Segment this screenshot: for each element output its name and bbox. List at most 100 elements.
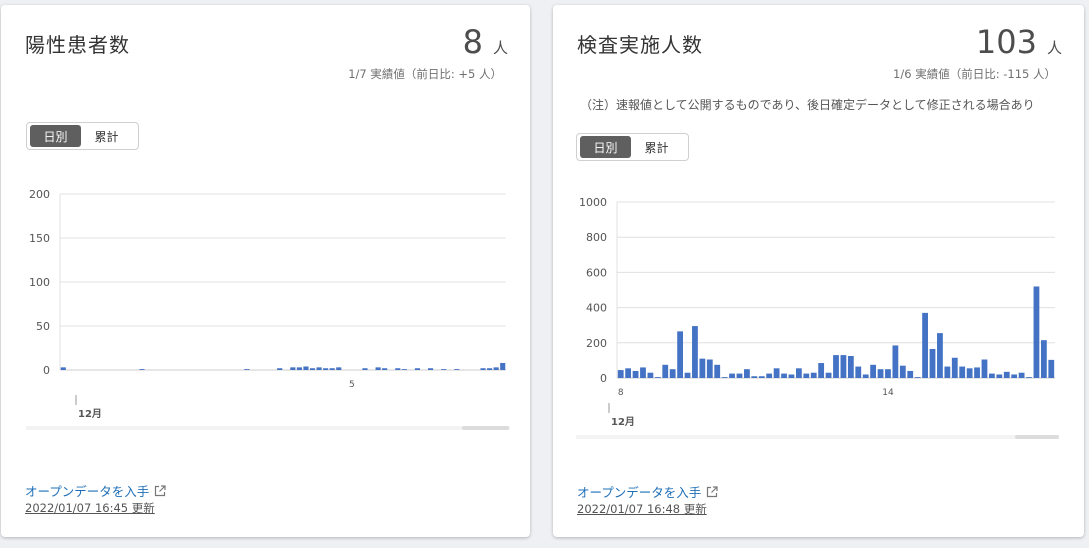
- bar[interactable]: [744, 369, 750, 378]
- bar[interactable]: [922, 312, 928, 378]
- bar[interactable]: [428, 368, 434, 370]
- bar[interactable]: [795, 368, 802, 378]
- chart-scrollbar-thumb[interactable]: [1015, 435, 1059, 439]
- updated-timestamp: 2022/01/07 16:45 更新: [25, 501, 155, 515]
- bar[interactable]: [362, 368, 368, 370]
- y-tick-label: 0: [600, 372, 607, 385]
- bar[interactable]: [139, 369, 145, 370]
- bar[interactable]: [706, 359, 713, 378]
- bar[interactable]: [766, 373, 773, 378]
- bar[interactable]: [303, 366, 309, 370]
- bar[interactable]: [316, 367, 322, 370]
- bar[interactable]: [487, 368, 493, 370]
- bar[interactable]: [60, 367, 66, 370]
- chart-scrollbar-track: [576, 435, 1059, 439]
- bar[interactable]: [395, 368, 401, 370]
- bar[interactable]: [758, 376, 765, 378]
- bar[interactable]: [1026, 377, 1032, 378]
- bar[interactable]: [907, 370, 914, 378]
- bar[interactable]: [959, 366, 966, 378]
- bar[interactable]: [669, 369, 676, 378]
- bar[interactable]: [825, 372, 832, 378]
- open-data-link[interactable]: オープンデータを入手: [577, 482, 718, 501]
- bar[interactable]: [862, 374, 869, 378]
- bar[interactable]: [692, 326, 698, 378]
- bar[interactable]: [632, 370, 639, 378]
- bar[interactable]: [721, 377, 728, 378]
- bar[interactable]: [781, 373, 787, 378]
- bar[interactable]: [454, 369, 460, 370]
- bar[interactable]: [654, 377, 661, 378]
- month-label: 12月: [78, 408, 102, 420]
- month-label: 12月: [611, 416, 635, 428]
- bar[interactable]: [625, 368, 632, 378]
- bar[interactable]: [662, 364, 669, 378]
- bar[interactable]: [1033, 286, 1040, 378]
- bar[interactable]: [684, 372, 691, 378]
- bar[interactable]: [803, 373, 810, 378]
- bar[interactable]: [877, 369, 884, 378]
- bar[interactable]: [336, 367, 342, 370]
- bar[interactable]: [818, 363, 825, 378]
- bar[interactable]: [840, 355, 847, 378]
- bar[interactable]: [989, 373, 995, 378]
- bar[interactable]: [375, 367, 381, 370]
- bar[interactable]: [966, 368, 973, 378]
- bar[interactable]: [382, 368, 388, 370]
- bar[interactable]: [244, 369, 250, 370]
- bar[interactable]: [500, 362, 506, 370]
- bar[interactable]: [810, 372, 817, 378]
- bar[interactable]: [309, 368, 316, 370]
- bar[interactable]: [788, 374, 795, 378]
- open-data-link[interactable]: オープンデータを入手: [25, 481, 166, 500]
- bar[interactable]: [290, 367, 296, 370]
- bar[interactable]: [617, 370, 624, 378]
- bar[interactable]: [1018, 372, 1025, 378]
- positive-patients-card: 陽性患者数 8 人 1/7 実績値（前日比: +5 人） 日別 累計 0 50 10…: [1, 5, 530, 537]
- bar[interactable]: [640, 367, 646, 378]
- bar[interactable]: [677, 331, 683, 378]
- bar[interactable]: [329, 368, 335, 370]
- bar[interactable]: [441, 369, 447, 370]
- bar[interactable]: [480, 368, 486, 370]
- bar[interactable]: [855, 366, 862, 378]
- bar[interactable]: [277, 368, 283, 370]
- x-tick-label: 8: [618, 388, 624, 398]
- bar[interactable]: [493, 367, 499, 370]
- bar[interactable]: [1040, 340, 1047, 378]
- bar[interactable]: [414, 368, 421, 370]
- bar[interactable]: [929, 348, 936, 378]
- bar[interactable]: [833, 355, 839, 378]
- bar[interactable]: [914, 377, 921, 378]
- bar[interactable]: [951, 357, 958, 378]
- y-tick-label: 800: [586, 231, 607, 244]
- bar[interactable]: [870, 364, 877, 378]
- bar[interactable]: [647, 372, 654, 378]
- bar[interactable]: [981, 359, 988, 378]
- y-tick-label: 0: [43, 364, 50, 377]
- bar[interactable]: [944, 366, 951, 378]
- bar[interactable]: [296, 367, 302, 370]
- bar[interactable]: [1048, 359, 1055, 378]
- bar[interactable]: [892, 345, 899, 378]
- bar[interactable]: [714, 364, 721, 378]
- bar[interactable]: [401, 369, 407, 370]
- bar[interactable]: [974, 367, 980, 378]
- y-tick-label: 400: [586, 302, 607, 315]
- chart-scrollbar-thumb[interactable]: [462, 426, 509, 430]
- bar[interactable]: [1003, 371, 1010, 378]
- external-link-icon: [707, 485, 718, 497]
- bar[interactable]: [736, 373, 743, 378]
- bar[interactable]: [899, 365, 906, 378]
- updated-timestamp: 2022/01/07 16:48 更新: [577, 502, 707, 516]
- bar[interactable]: [885, 369, 891, 378]
- bar[interactable]: [751, 376, 758, 378]
- bar[interactable]: [729, 373, 735, 378]
- bar[interactable]: [996, 374, 1003, 378]
- bar[interactable]: [773, 368, 780, 378]
- bar[interactable]: [937, 333, 943, 378]
- bar[interactable]: [847, 356, 854, 378]
- bar[interactable]: [699, 358, 706, 378]
- bar[interactable]: [323, 368, 329, 370]
- bar[interactable]: [1011, 374, 1018, 378]
